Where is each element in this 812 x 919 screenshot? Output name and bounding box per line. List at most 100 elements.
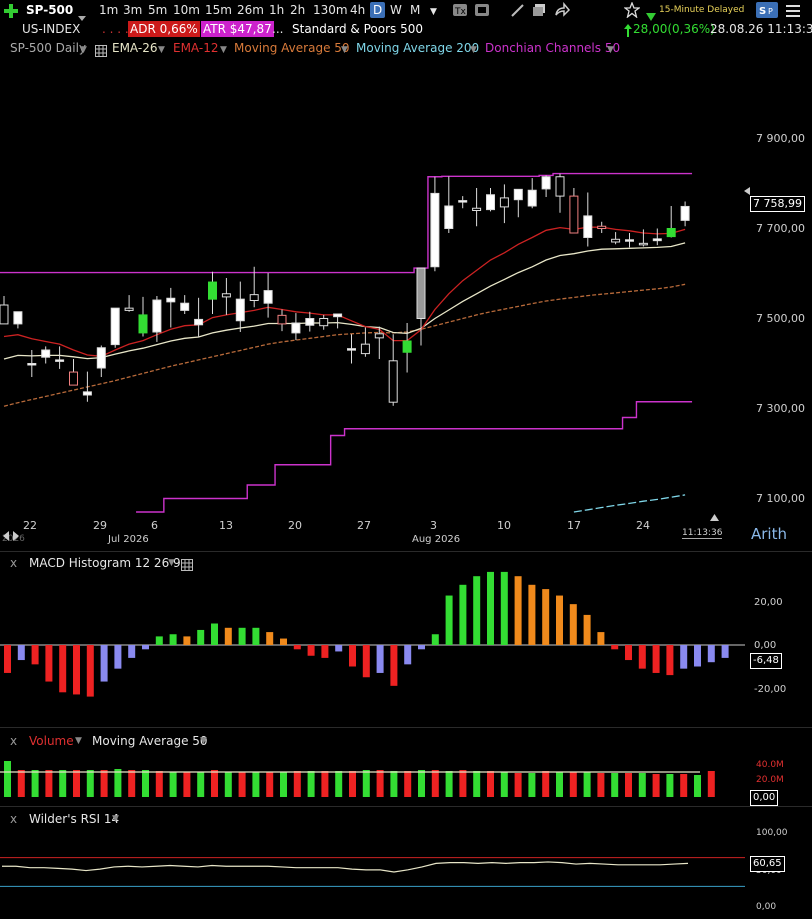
pencil-icon[interactable] bbox=[510, 2, 526, 22]
donchian-dropdown-icon[interactable]: ▼ bbox=[607, 43, 614, 57]
scroll-up-icon[interactable] bbox=[710, 506, 719, 525]
adr-label: ADR bbox=[130, 22, 156, 36]
rsi-label[interactable]: Wilder's RSI 14 bbox=[29, 812, 119, 826]
drawing-tools-icon[interactable] bbox=[474, 2, 490, 22]
menu-icon[interactable] bbox=[786, 3, 800, 22]
volume-ma-dropdown-icon[interactable]: ▼ bbox=[200, 736, 207, 746]
volume-ma-label[interactable]: Moving Average 50 bbox=[92, 734, 208, 748]
candle bbox=[152, 296, 162, 342]
volume-bar bbox=[114, 769, 122, 797]
volume-bar bbox=[86, 770, 94, 797]
date-axis-label: 17 bbox=[567, 519, 581, 532]
rsi-axis-100: 100,00 bbox=[756, 828, 788, 838]
date-axis-label: 20 bbox=[288, 519, 302, 532]
volume-bar bbox=[666, 774, 674, 797]
timeframe-D[interactable]: D bbox=[370, 2, 386, 18]
ma200-label[interactable]: Moving Average 200 bbox=[356, 41, 479, 55]
ma50-label[interactable]: Moving Average 50 bbox=[234, 41, 350, 55]
volume-bar bbox=[183, 772, 191, 797]
add-symbol-icon[interactable] bbox=[4, 3, 18, 18]
sp-badge-icon[interactable]: SP bbox=[756, 2, 778, 22]
collapse-arrows-icon[interactable] bbox=[3, 526, 19, 545]
timeframe-1h[interactable]: 1h bbox=[269, 2, 284, 18]
candle bbox=[597, 221, 607, 233]
macd-bar bbox=[100, 645, 108, 682]
layers-icon[interactable] bbox=[532, 2, 548, 22]
volume-bar bbox=[487, 771, 494, 797]
ema12-label[interactable]: EMA-12 bbox=[173, 41, 218, 55]
symbol-label[interactable]: SP-500 bbox=[26, 2, 73, 18]
volume-bar bbox=[652, 774, 660, 797]
chart-label-dropdown-icon[interactable]: ▼ bbox=[80, 43, 87, 57]
ema26-label[interactable]: EMA-26 bbox=[112, 41, 157, 55]
candle bbox=[180, 295, 190, 314]
volume-chart[interactable] bbox=[0, 750, 812, 805]
macd-bar bbox=[418, 645, 425, 650]
volume-bar bbox=[500, 772, 508, 797]
month-label-aug: Aug 2026 bbox=[412, 534, 461, 545]
volume-bar bbox=[238, 772, 246, 797]
timeframe-5m[interactable]: 5m bbox=[148, 2, 167, 18]
macd-bar bbox=[280, 638, 287, 645]
ema26-dropdown-icon[interactable]: ▼ bbox=[158, 43, 165, 57]
ma200-line bbox=[573, 494, 686, 513]
macd-bar bbox=[238, 627, 246, 645]
macd-bar bbox=[307, 645, 315, 656]
timeframe-1m[interactable]: 1m bbox=[99, 2, 118, 18]
share-icon[interactable] bbox=[554, 1, 571, 22]
volume-bar bbox=[31, 770, 39, 797]
panel-divider[interactable] bbox=[0, 806, 812, 807]
rsi-dropdown-icon[interactable]: ▼ bbox=[112, 814, 119, 824]
volume-bar bbox=[197, 772, 205, 797]
volume-bar bbox=[611, 773, 619, 797]
candle bbox=[0, 296, 9, 325]
candle bbox=[513, 188, 523, 218]
panel-divider[interactable] bbox=[0, 551, 812, 552]
svg-text:S: S bbox=[759, 6, 766, 17]
ma200-dropdown-icon[interactable]: ▼ bbox=[470, 43, 477, 57]
macd-bar bbox=[500, 571, 508, 645]
macd-bar bbox=[197, 629, 205, 645]
volume-label[interactable]: Volume bbox=[29, 734, 74, 748]
ma50-dropdown-icon[interactable]: ▼ bbox=[341, 43, 348, 57]
timeframe-26m[interactable]: 26m bbox=[237, 2, 264, 18]
macd-bar bbox=[721, 645, 729, 658]
change-value: 28,00(0,36%) bbox=[633, 22, 715, 36]
macd-histogram[interactable] bbox=[0, 566, 812, 726]
timeframe-dropdown-icon[interactable]: ▼ bbox=[430, 4, 437, 20]
timeframe-3m[interactable]: 3m bbox=[123, 2, 142, 18]
panel-divider[interactable] bbox=[0, 727, 812, 728]
volume-dropdown-icon[interactable]: ▼ bbox=[75, 736, 82, 746]
timeframe-10m[interactable]: 10m bbox=[173, 2, 200, 18]
volume-bar bbox=[224, 772, 232, 797]
star-icon[interactable] bbox=[623, 1, 641, 22]
gear-icon[interactable]: Tx bbox=[452, 2, 468, 22]
ema12-dropdown-icon[interactable]: ▼ bbox=[220, 43, 227, 57]
volume-close-icon[interactable]: x bbox=[10, 734, 17, 748]
candle bbox=[82, 371, 92, 402]
timeframe-M[interactable]: M bbox=[410, 2, 420, 18]
volume-bar bbox=[376, 770, 384, 797]
timeframe-15m[interactable]: 15m bbox=[205, 2, 232, 18]
timeframe-W[interactable]: W bbox=[390, 2, 402, 18]
candle bbox=[486, 188, 495, 212]
chart-label[interactable]: SP-500 Daily bbox=[10, 41, 86, 55]
candle bbox=[499, 184, 509, 224]
timeframe-130m[interactable]: 130m bbox=[313, 2, 348, 18]
timeframe-2h[interactable]: 2h bbox=[290, 2, 305, 18]
price-chart[interactable] bbox=[0, 58, 812, 548]
scale-mode-button[interactable]: Arith bbox=[751, 525, 787, 543]
candle bbox=[333, 313, 343, 329]
timeframe-4h[interactable]: 4h bbox=[350, 2, 365, 18]
date-axis-label: 13 bbox=[219, 519, 233, 532]
candle bbox=[555, 173, 565, 213]
symbol-dropdown-icon[interactable] bbox=[78, 7, 86, 21]
rsi-close-icon[interactable]: x bbox=[10, 812, 17, 826]
donchian-label[interactable]: Donchian Channels 50 bbox=[485, 41, 620, 55]
rsi-chart[interactable] bbox=[0, 826, 812, 916]
rsi-line bbox=[2, 861, 689, 873]
macd-bar bbox=[680, 645, 688, 669]
candle bbox=[319, 314, 329, 330]
macd-axis-20: 20,00 bbox=[754, 597, 783, 608]
rsi-value-box: 60,65 bbox=[750, 856, 785, 872]
